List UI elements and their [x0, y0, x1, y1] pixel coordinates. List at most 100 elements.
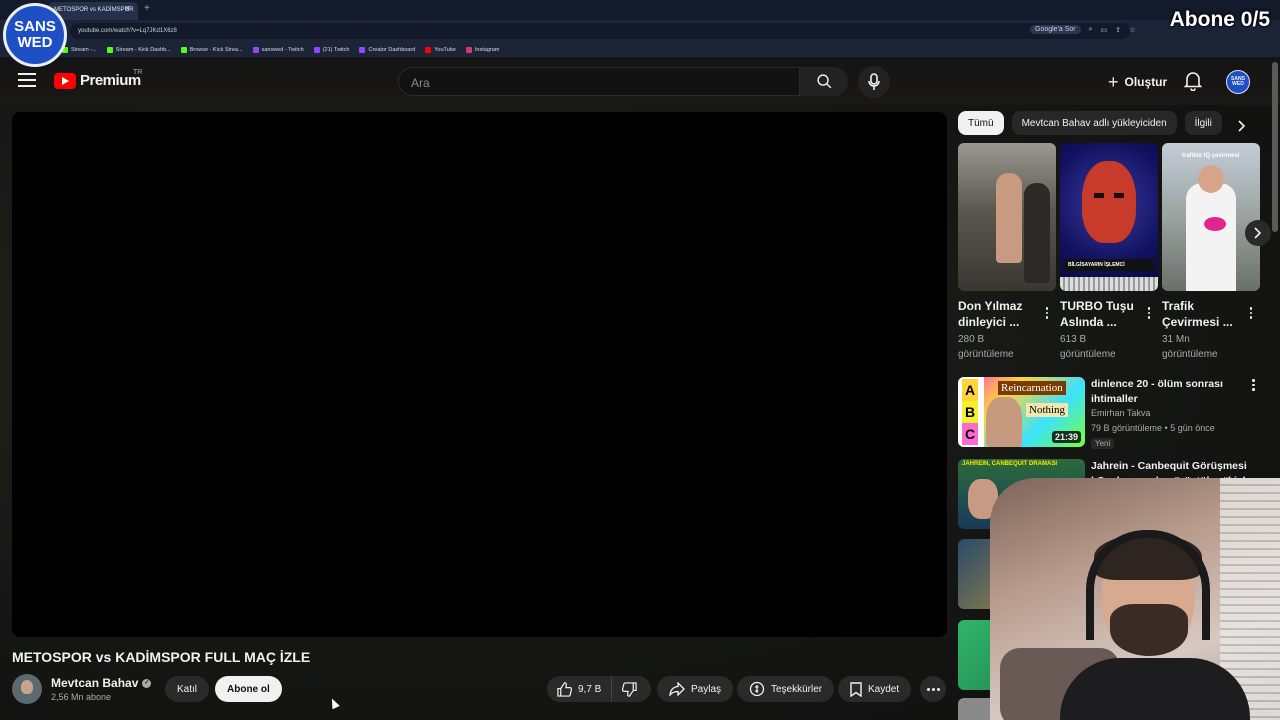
page-scrollbar[interactable] — [1272, 62, 1278, 232]
channel-logo-overlay: SANS WED — [3, 3, 67, 67]
recommended-menu-icon[interactable] — [1252, 379, 1255, 391]
short-thumbnail: trafikte IQ çevirmesi — [1162, 143, 1260, 291]
save-label: Kaydet — [868, 683, 900, 695]
youtube-header: Premium TR Ara + Oluştur SANS WED — [0, 57, 1280, 105]
bookmark-item[interactable]: Instagram — [465, 46, 500, 53]
short-title: Trafik Çevirmesi ... — [1162, 299, 1233, 329]
create-button[interactable]: + Oluştur — [1100, 70, 1175, 94]
recommended-meta: 79 B görüntüleme • 5 gün önce — [1091, 423, 1215, 433]
short-menu-icon[interactable] — [1147, 307, 1150, 319]
share-button[interactable]: Paylaş — [657, 676, 734, 702]
short-views: 280 B görüntüleme — [958, 334, 1014, 360]
bookmark-item[interactable]: YouTube — [425, 46, 456, 53]
bookmark-label: (21) Twitch — [322, 46, 350, 53]
cast-icon[interactable]: ▭ — [1101, 26, 1108, 34]
menu-icon[interactable] — [18, 73, 36, 87]
subscribe-button[interactable]: Abone ol — [215, 676, 282, 702]
create-label: Oluştur — [1124, 75, 1168, 89]
short-card[interactable]: Don Yılmaz dinleyici ... 280 B görüntüle… — [958, 143, 1056, 362]
bookmark-item[interactable]: sanswed - Twitch — [252, 46, 304, 53]
recommended-channel: Emirhan Takva — [1091, 408, 1151, 418]
tier-letter: C — [962, 423, 979, 445]
recommended-video[interactable]: A B C Reincarnation Nothing 21:39 dinlen… — [958, 377, 1268, 449]
related-filter-chips: Tümü Mevtcan Bahav adlı yükleyiciden İlg… — [958, 111, 1222, 135]
new-tab-icon[interactable]: + — [144, 3, 150, 14]
bookmark-favicon-icon — [425, 46, 432, 53]
bookmark-label: Instagram — [474, 46, 500, 53]
thumbs-up-icon — [557, 681, 572, 697]
recommended-title: dinlence 20 - ölüm sonrası ihtimaller — [1091, 378, 1223, 405]
thanks-button[interactable]: Teşekkürler — [737, 676, 835, 702]
address-bar: youtube.com/watch?v=Lq7JKd1X6z8 Google'a… — [0, 20, 1280, 42]
thumbs-down-icon — [622, 681, 638, 697]
browser-tab-bar: METOSPOR vs KADİMSPOR ✕ + — [0, 0, 1280, 20]
account-avatar[interactable]: SANS WED — [1226, 70, 1250, 94]
bookmark-label: Stream - Kick Dashb... — [115, 46, 171, 53]
url-text: youtube.com/watch?v=Lq7JKd1X6z8 — [78, 28, 177, 34]
chip-from-uploader[interactable]: Mevtcan Bahav adlı yükleyiciden — [1011, 111, 1177, 135]
chips-next-button[interactable] — [1232, 116, 1252, 136]
close-tab-icon[interactable]: ✕ — [124, 4, 131, 13]
dislike-button[interactable] — [612, 676, 647, 702]
bookmark-item[interactable]: Creator Dashboard — [359, 46, 416, 53]
short-title: TURBO Tuşu Aslında ... — [1060, 299, 1134, 329]
bookmark-label: Creator Dashboard — [368, 46, 416, 53]
search-input[interactable]: Ara — [398, 67, 800, 96]
bookmark-item[interactable]: (21) Twitch — [313, 46, 350, 53]
zoom-icon[interactable]: ⌕ — [1089, 26, 1093, 34]
bookmark-item[interactable]: Browse - Kick Strea... — [180, 46, 243, 53]
youtube-logo[interactable]: Premium — [54, 72, 141, 89]
url-field[interactable]: youtube.com/watch?v=Lq7JKd1X6z8 — [70, 23, 1130, 39]
tier-letter: B — [962, 401, 979, 423]
chevron-right-icon — [1238, 120, 1246, 132]
like-button[interactable]: 9,7 B — [547, 676, 613, 702]
search-button[interactable] — [800, 67, 848, 96]
bookmark-star-icon[interactable]: ☆ — [1129, 26, 1135, 34]
avatar-text-2: WED — [1232, 81, 1244, 87]
google-sor-button[interactable]: Google'a Sor — [1030, 25, 1081, 34]
video-duration: 21:39 — [1051, 431, 1081, 443]
video-player[interactable] — [12, 112, 947, 637]
bookmarks-bar: Stream -... Stream - Kick Dashb... Browse … — [0, 42, 1280, 57]
join-button[interactable]: Katıl — [165, 676, 210, 702]
bookmark-item[interactable]: Stream - Kick Dashb... — [106, 46, 171, 53]
thumb-text: JAHREIN, CANBEQUIT DRAMASI — [962, 461, 1058, 467]
bookmark-favicon-icon — [313, 46, 320, 53]
verified-icon: ✓ — [142, 678, 152, 688]
share-icon — [669, 682, 685, 696]
voice-search-button[interactable] — [858, 66, 890, 98]
chip-related[interactable]: İlgili — [1184, 111, 1222, 135]
save-button[interactable]: Kaydet — [838, 676, 912, 702]
short-card[interactable]: BİLGİSAYARIN İŞLEMCİ TURBO Tuşu Aslında … — [1060, 143, 1158, 362]
logo-line-1: SANS — [14, 18, 56, 35]
like-dislike-group: 9,7 B — [547, 676, 651, 702]
bookmark-favicon-icon — [180, 46, 187, 53]
thumb-text: Nothing — [1026, 403, 1069, 417]
youtube-play-icon — [54, 72, 76, 89]
short-views: 613 B görüntüleme — [1060, 334, 1116, 360]
more-dot — [936, 687, 940, 691]
share-page-icon[interactable]: ⇪ — [1115, 26, 1121, 34]
youtube-brand: Premium — [80, 72, 141, 89]
notifications-button[interactable] — [1183, 71, 1203, 96]
bookmark-icon — [850, 681, 862, 697]
bookmark-favicon-icon — [359, 46, 366, 53]
chip-all[interactable]: Tümü — [958, 111, 1004, 135]
more-actions-button[interactable] — [920, 676, 946, 702]
browser-tab-title: METOSPOR vs KADİMSPOR — [54, 7, 134, 13]
short-card[interactable]: trafikte IQ çevirmesi Trafik Çevirmesi .… — [1162, 143, 1260, 362]
short-menu-icon[interactable] — [1045, 307, 1048, 319]
region-code: TR — [133, 69, 143, 76]
shorts-next-button[interactable] — [1245, 220, 1271, 246]
channel-name[interactable]: Mevtcan Bahav ✓ — [51, 676, 152, 690]
short-views: 31 Mn görüntüleme — [1162, 334, 1218, 360]
bookmark-label: Stream -... — [71, 46, 97, 53]
bookmark-favicon-icon — [106, 46, 113, 53]
channel-avatar[interactable] — [12, 674, 42, 704]
video-title: METOSPOR vs KADİMSPOR FULL MAÇ İZLE — [12, 649, 311, 665]
logo-line-2: WED — [17, 34, 53, 51]
thumb-text: Reincarnation — [998, 381, 1066, 395]
short-menu-icon[interactable] — [1249, 307, 1252, 319]
more-dot — [926, 687, 930, 691]
bookmark-item[interactable]: Stream -... — [62, 46, 97, 53]
